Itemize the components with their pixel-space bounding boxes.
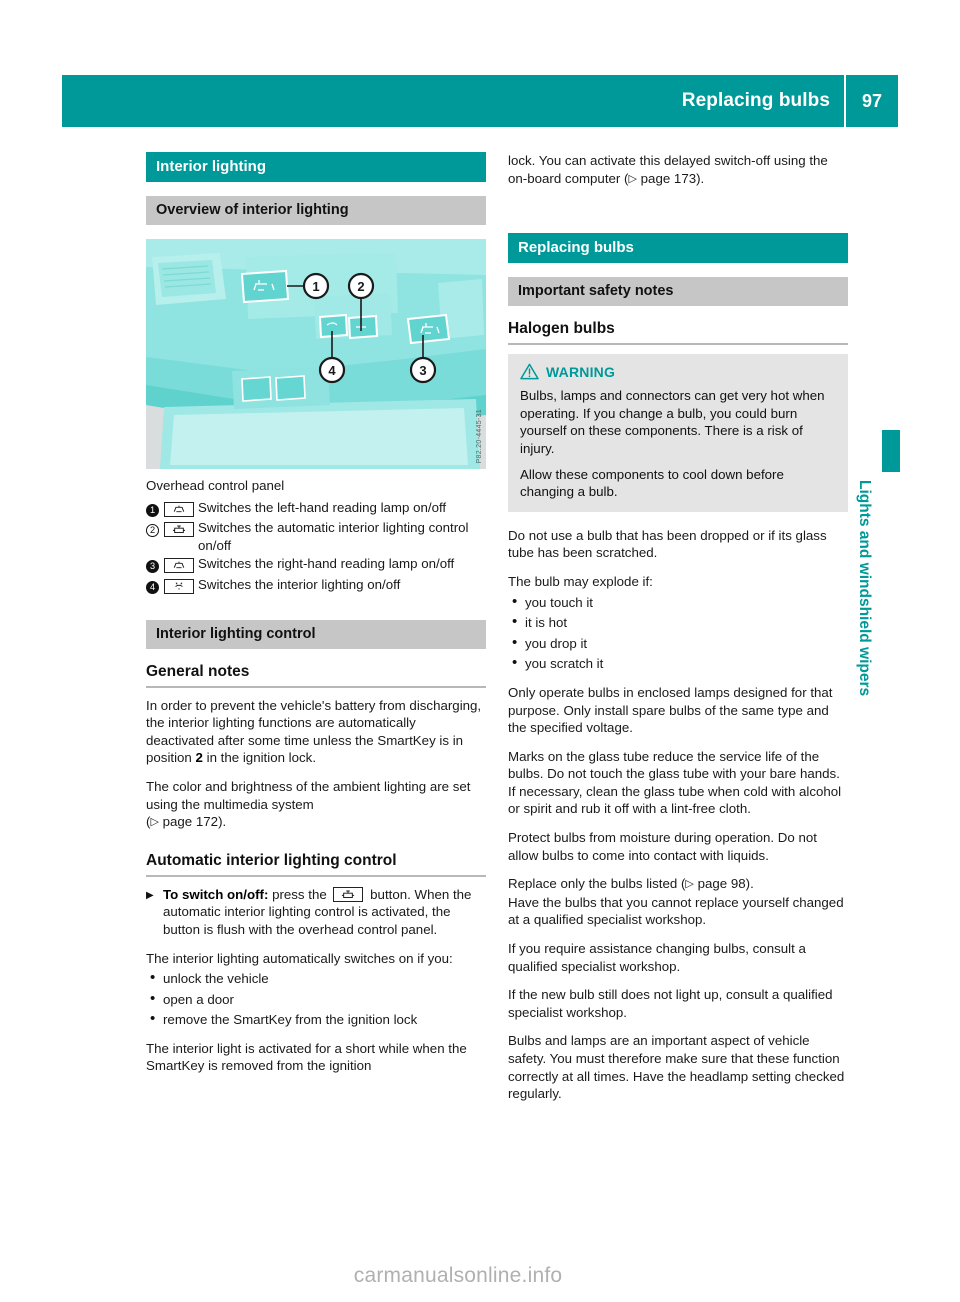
paragraph-replace-workshop: Have the bulbs that you cannot replace y… (508, 894, 844, 928)
bullet-list-switch-on: unlock the vehicle open a door remove th… (146, 969, 486, 1029)
callout-text-2: Switches the automatic interior lighting… (198, 520, 469, 553)
auto-interior-lighting-icon (164, 519, 198, 554)
page-header-bar: Replacing bulbs 97 (62, 75, 898, 127)
page-reference-173[interactable]: page 173 (641, 171, 696, 186)
paragraph-new-bulb: If the new bulb still does not light up,… (508, 987, 833, 1020)
replace-text-suffix: ). (745, 876, 754, 892)
list-item: unlock the vehicle (146, 969, 486, 988)
auto-interior-lighting-icon (333, 886, 364, 902)
warning-paragraph-1: Bulbs, lamps and connectors can get very… (520, 388, 825, 456)
list-item: 1 Switches the left-hand reading lamp on… (146, 499, 486, 519)
paragraph-assistance: If you require assistance changing bulbs… (508, 941, 806, 974)
overhead-control-panel-illustration: 1 2 3 4 P82.20-4445-31 (146, 239, 486, 469)
warning-paragraph-2: Allow these components to cool down befo… (520, 466, 784, 500)
paragraph-battery: In order to prevent the vehicle's batter… (146, 697, 486, 767)
paragraph-explode: The bulb may explode if: (508, 573, 653, 589)
paragraph-safety-aspect: Bulbs and lamps are an important aspect … (508, 1033, 845, 1102)
page-ref-triangle-icon: ▷ (628, 172, 637, 185)
paragraph-dropped-bulb: Do not use a bulb that has been dropped … (508, 527, 827, 561)
svg-text:2: 2 (357, 279, 364, 294)
battery-text-suffix: in the ignition lock. (202, 750, 317, 766)
paragraph-ambient-lighting: The color and brightness of the ambient … (146, 778, 471, 830)
page-number: 97 (861, 90, 883, 111)
paragraph-glass-tube-marks: Marks on the glass tube reduce the servi… (508, 748, 842, 817)
step-label: To switch on/off: (163, 886, 269, 902)
step-switch-on-off: To switch on/off: press the button. When… (146, 886, 486, 939)
warning-label: WARNING (546, 363, 616, 380)
warning-box: WARNING Bulbs, lamps and connectors can … (508, 354, 848, 512)
callout-number-3: 3 (146, 555, 164, 575)
page-reference-172[interactable]: page 172 (163, 814, 218, 829)
reading-lamp-icon (164, 499, 198, 519)
warning-header: WARNING (520, 363, 836, 380)
list-item: you touch it (508, 593, 848, 612)
callout-text-3: Switches the right-hand reading lamp on/… (198, 556, 455, 572)
left-column: Interior lighting Overview of interior l… (146, 152, 486, 1075)
heading-auto-lighting-control: Automatic interior lighting control (146, 852, 486, 877)
side-chapter-label: Lights and windshield wipers (856, 480, 873, 697)
subsection-band-lighting-control: Interior lighting control (146, 619, 486, 649)
callout-number-4: 4 (146, 576, 164, 596)
step-text-before: press the (268, 886, 331, 902)
subsection-band-overview: Overview of interior lighting (146, 196, 486, 225)
figure-graphic: 1 2 3 4 (146, 239, 486, 469)
list-item: 4 Switches the interior lighting on/off (146, 576, 486, 596)
list-item: 2 Switches the automatic interior lighti… (146, 519, 486, 554)
figure-caption: Overhead control panel (146, 478, 285, 493)
ignition-position-value: 2 (195, 750, 203, 766)
svg-text:4: 4 (328, 363, 336, 378)
callout-text-1: Switches the left-hand reading lamp on/o… (198, 499, 447, 515)
interior-lighting-icon (164, 576, 198, 596)
page-ref-triangle-icon: ▷ (150, 816, 159, 829)
list-item: 3 Switches the right-hand reading lamp o… (146, 555, 486, 575)
paragraph-switches-on: The interior lighting automatically swit… (146, 950, 453, 966)
paragraph-enclosed-lamps: Only operate bulbs in enclosed lamps des… (508, 684, 833, 736)
site-watermark: carmanualsonline.info (353, 1264, 563, 1287)
paragraph-short-while: The interior light is activated for a sh… (146, 1040, 467, 1074)
page-reference-98[interactable]: page 98 (698, 876, 746, 891)
page-ref-triangle-icon: ▷ (685, 878, 694, 891)
section-band-replacing-bulbs: Replacing bulbs (508, 233, 848, 264)
figure-code: P82.20-4445-31 (476, 408, 483, 463)
list-item: you drop it (508, 634, 848, 653)
paragraph-moisture: Protect bulbs from moisture during opera… (508, 830, 817, 863)
ambient-text: The color and brightness of the ambient … (146, 778, 471, 812)
list-item: it is hot (508, 613, 848, 632)
list-item: open a door (146, 990, 486, 1009)
bullet-list-explode: you touch it it is hot you drop it you s… (508, 593, 848, 673)
right-column: lock. You can activate this delayed swit… (508, 152, 848, 1114)
paragraph-continued: lock. You can activate this delayed swit… (508, 152, 848, 188)
svg-text:3: 3 (419, 363, 426, 378)
subsection-band-safety-notes: Important safety notes (508, 277, 848, 307)
section-band-interior-lighting: Interior lighting (146, 152, 486, 182)
side-chapter-marker (882, 430, 900, 472)
callout-list: 1 Switches the left-hand reading lamp on… (146, 499, 486, 596)
heading-general-notes: General notes (146, 663, 486, 688)
warning-triangle-icon (520, 363, 539, 380)
heading-halogen-bulbs: Halogen bulbs (508, 320, 848, 346)
list-item: remove the SmartKey from the ignition lo… (146, 1010, 486, 1029)
page-title: Replacing bulbs (681, 90, 830, 111)
paragraph-replace-listed: Replace only the bulbs listed (▷ page 98… (508, 875, 848, 894)
callout-number-2: 2 (146, 519, 164, 554)
svg-text:1: 1 (312, 279, 319, 294)
reading-lamp-icon (164, 555, 198, 575)
continued-text-end: ). (696, 170, 705, 186)
callout-number-1: 1 (146, 499, 164, 519)
list-item: you scratch it (508, 654, 848, 673)
callout-text-4: Switches the interior lighting on/off (198, 576, 401, 592)
replace-text-prefix: Replace only the bulbs listed ( (508, 876, 686, 892)
